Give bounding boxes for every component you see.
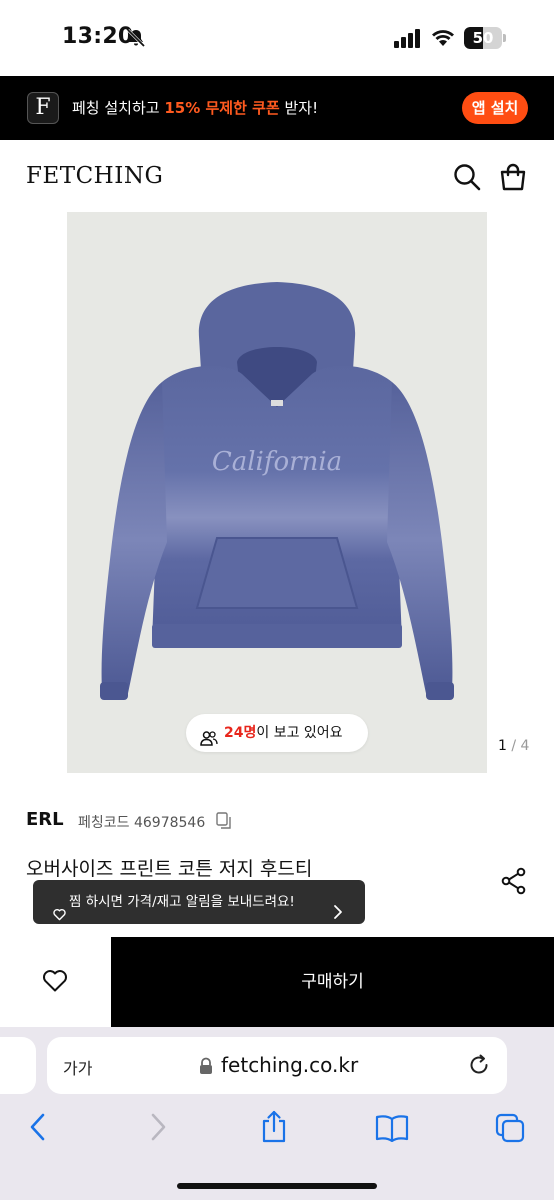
battery-percent: 50	[472, 29, 494, 47]
wishlist-button[interactable]	[0, 937, 111, 1027]
battery-indicator: 50	[464, 27, 506, 49]
share-icon[interactable]	[500, 867, 528, 899]
live-viewers-badge: 24명이 보고 있어요	[186, 714, 368, 752]
previous-tab-preview[interactable]	[0, 1037, 36, 1094]
cellular-signal-icon	[394, 28, 422, 52]
copy-icon[interactable]	[216, 812, 232, 834]
page-current: 1	[498, 738, 507, 754]
chevron-right-icon	[333, 894, 343, 938]
reader-text-size-button[interactable]: 가가	[63, 1055, 92, 1079]
hoodie-product-photo: California	[100, 282, 454, 700]
app-install-banner[interactable]: F 페칭 설치하고 15% 무제한 쿠폰 받자! 앱 설치	[0, 76, 554, 140]
viewer-count: 24명	[224, 725, 257, 741]
promo-text-suffix: 받자!	[279, 99, 319, 117]
brand-name[interactable]: ERL	[26, 809, 64, 830]
wishlist-tooltip[interactable]: 찜 하시면 가격/재고 알림을 보내드려요!	[33, 880, 365, 924]
hoodie-print-text: California	[212, 447, 342, 477]
promo-highlight: 15% 무제한 쿠폰	[164, 99, 280, 117]
product-code: 페칭코드 46978546	[78, 815, 206, 831]
bell-slash-icon	[126, 28, 146, 52]
forward-icon[interactable]	[148, 1112, 168, 1146]
share-sheet-icon[interactable]	[260, 1110, 288, 1148]
browser-toolbar: 가가 fetching.co.kr	[0, 1027, 554, 1200]
heart-icon	[42, 969, 68, 997]
page-separator: /	[511, 738, 517, 754]
site-logo[interactable]: FETCHING	[26, 163, 163, 189]
bookmarks-icon[interactable]	[375, 1114, 409, 1146]
buy-button[interactable]: 구매하기	[111, 937, 554, 1027]
home-indicator	[177, 1183, 377, 1189]
viewer-text: 이 보고 있어요	[256, 725, 343, 741]
tabs-icon[interactable]	[495, 1113, 525, 1147]
page-total: 4	[520, 738, 530, 754]
url-text[interactable]: fetching.co.kr	[221, 1053, 358, 1077]
back-icon[interactable]	[28, 1112, 48, 1146]
search-icon[interactable]	[452, 162, 482, 192]
fetching-app-logo: F	[27, 92, 59, 124]
wishlist-tooltip-text: 찜 하시면 가격/재고 알림을 보내드려요!	[69, 894, 295, 910]
lock-icon	[199, 1057, 213, 1079]
shopping-bag-icon[interactable]	[498, 162, 528, 192]
reload-icon[interactable]	[467, 1053, 491, 1081]
install-app-button[interactable]: 앱 설치	[462, 92, 528, 124]
status-bar: 13:20 50	[0, 0, 554, 76]
address-bar[interactable]: 가가 fetching.co.kr	[47, 1037, 507, 1094]
heart-outline-icon	[53, 895, 66, 939]
promo-text-prefix: 페칭 설치하고	[72, 99, 165, 117]
promo-message: 페칭 설치하고 15% 무제한 쿠폰 받자!	[72, 97, 318, 118]
site-header: FETCHING	[0, 140, 554, 212]
product-image-gallery[interactable]: California 24명이 보고 있어요	[67, 212, 487, 773]
image-pagination: 1 / 4	[498, 738, 529, 754]
status-time: 13:20	[62, 24, 134, 49]
product-title: 오버사이즈 프린트 코튼 저지 후드티	[26, 858, 313, 880]
wifi-icon	[430, 27, 456, 51]
people-icon	[200, 724, 218, 762]
